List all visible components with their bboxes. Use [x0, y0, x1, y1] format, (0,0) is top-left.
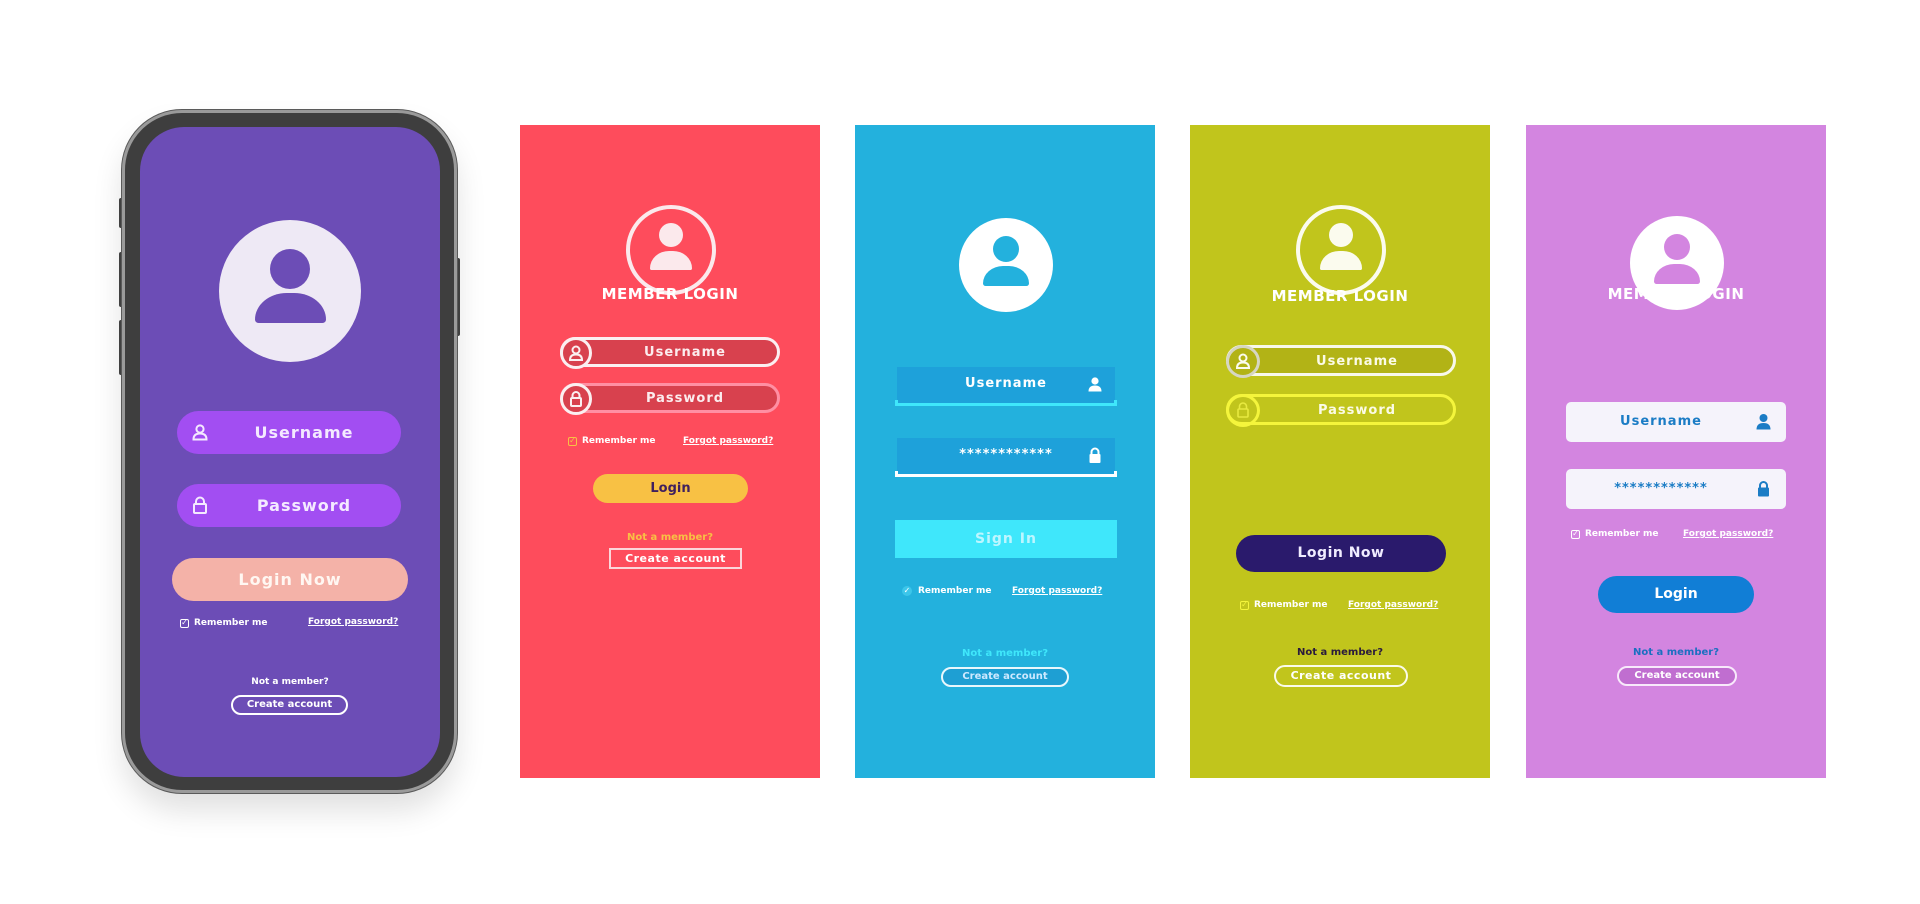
username-placeholder: Username [254, 423, 354, 442]
checkbox-checked-icon[interactable]: ✓ [180, 618, 189, 628]
user-icon [560, 337, 592, 369]
red-login-panel: MEMBER LOGIN Username Password ✓ Remembe… [520, 125, 820, 778]
username-field[interactable]: Username [177, 411, 401, 454]
username-field[interactable]: Username [560, 337, 780, 369]
member-login-title: MEMBER LOGIN [1271, 287, 1409, 305]
remember-me[interactable]: ✓ Remember me [1571, 529, 1659, 539]
lock-icon [560, 383, 592, 415]
create-account-button[interactable]: Create account [231, 695, 348, 715]
member-login-title: MEMBER LOGIN [601, 285, 739, 303]
password-field[interactable]: ************ [1566, 469, 1786, 509]
forgot-password-link[interactable]: Forgot password? [308, 617, 398, 627]
not-a-member-text: Not a member? [626, 532, 714, 543]
password-value: ************ [1614, 481, 1708, 496]
forgot-password-link[interactable]: Forgot password? [1683, 529, 1773, 539]
lock-icon [1087, 447, 1103, 463]
checkbox-checked-icon[interactable]: ✓ [1571, 529, 1580, 539]
checkbox-checked-icon[interactable]: ✓ [902, 586, 912, 596]
not-a-member-text: Not a member? [961, 648, 1049, 659]
not-a-member-text: Not a member? [1296, 647, 1384, 658]
username-placeholder: Username [1316, 354, 1398, 369]
login-button[interactable]: Login [593, 474, 748, 503]
username-field[interactable]: Username [895, 367, 1117, 406]
avatar-icon [219, 220, 361, 362]
username-placeholder: Username [965, 376, 1047, 391]
pink-login-panel: MEMBER LOGIN Username ************ ✓ Rem… [1526, 125, 1826, 778]
login-button[interactable]: Login [1598, 576, 1754, 613]
field-underline [895, 471, 1117, 477]
login-now-button[interactable]: Login Now [1236, 535, 1446, 572]
checkbox-checked-icon[interactable]: ✓ [568, 436, 577, 446]
checkbox-checked-icon[interactable]: ✓ [1240, 600, 1249, 610]
password-field[interactable]: Password [177, 484, 401, 527]
blue-login-panel: Username ************ Sign In ✓ Remember… [855, 125, 1155, 778]
not-a-member-text: Not a member? [1632, 647, 1720, 658]
sign-in-button[interactable]: Sign In [895, 520, 1117, 558]
remember-me[interactable]: ✓ Remember me [180, 618, 268, 628]
remember-me-label: Remember me [1254, 600, 1328, 610]
create-account-button[interactable]: Create account [1274, 665, 1408, 687]
password-placeholder: Password [1317, 403, 1397, 418]
password-field[interactable]: ************ [895, 438, 1117, 477]
remember-me-label: Remember me [194, 618, 268, 628]
forgot-password-link[interactable]: Forgot password? [1348, 600, 1438, 610]
user-icon [1226, 345, 1260, 378]
member-login-title: MEMBER LOGIN [1607, 285, 1745, 303]
lock-icon [191, 496, 209, 514]
avatar-icon [1296, 205, 1386, 295]
create-account-button[interactable]: Create account [609, 548, 742, 569]
create-account-button[interactable]: Create account [1617, 666, 1737, 686]
user-icon [191, 423, 209, 441]
not-a-member-text: Not a member? [251, 677, 329, 687]
lock-icon [1755, 480, 1772, 497]
forgot-password-link[interactable]: Forgot password? [683, 436, 773, 446]
username-field[interactable]: Username [1566, 402, 1786, 442]
password-placeholder: Password [256, 496, 352, 515]
login-now-button[interactable]: Login Now [172, 558, 408, 601]
remember-me[interactable]: ✓ Remember me [568, 436, 656, 446]
olive-login-panel: MEMBER LOGIN Username Password Login Now… [1190, 125, 1490, 778]
avatar-icon [626, 205, 716, 295]
password-placeholder: Password [645, 391, 725, 406]
phone-login-screen: Username Password Login Now ✓ Remember m… [140, 127, 440, 777]
create-account-button[interactable]: Create account [941, 667, 1069, 687]
forgot-password-link[interactable]: Forgot password? [1012, 586, 1102, 596]
username-placeholder: Username [644, 345, 726, 360]
remember-me-label: Remember me [918, 586, 992, 596]
user-icon [1087, 376, 1103, 392]
lock-icon [1226, 394, 1260, 427]
field-underline [895, 400, 1117, 406]
password-value: ************ [959, 447, 1053, 462]
username-placeholder: Username [1620, 414, 1702, 429]
remember-me-label: Remember me [1585, 529, 1659, 539]
user-icon [1755, 413, 1772, 430]
remember-me[interactable]: ✓ Remember me [902, 586, 992, 596]
username-field[interactable]: Username [1226, 345, 1456, 378]
password-field[interactable]: Password [1226, 394, 1456, 427]
password-field[interactable]: Password [560, 383, 780, 415]
remember-me[interactable]: ✓ Remember me [1240, 600, 1328, 610]
avatar-icon [959, 218, 1053, 312]
remember-me-label: Remember me [582, 436, 656, 446]
